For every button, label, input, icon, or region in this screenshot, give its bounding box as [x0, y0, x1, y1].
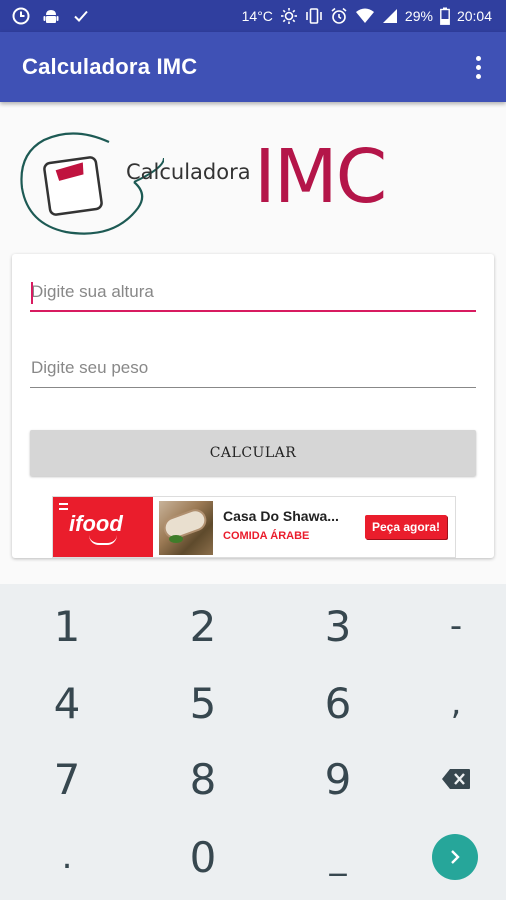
key-9[interactable]: 9	[275, 740, 401, 818]
app-bar: Calculadora IMC	[0, 32, 506, 102]
more-vert-icon[interactable]	[458, 42, 498, 92]
temperature-text: 14°C	[241, 8, 273, 24]
check-icon	[72, 7, 90, 25]
scale-icon	[20, 132, 164, 235]
backspace-icon	[442, 769, 470, 789]
key-minus[interactable]: -	[393, 587, 506, 665]
vibrate-icon	[305, 7, 323, 25]
app-logo: Calculadora IMC	[14, 128, 414, 240]
numeric-keyboard: 1 2 3 - 4 5 6 , 7 8 9 . 0 _	[0, 584, 506, 900]
height-input[interactable]	[30, 272, 476, 312]
status-bar: 14°C 29% 20:04	[0, 0, 506, 32]
ad-brand-text: ifood	[69, 511, 123, 536]
logo-small-text: Calculadora	[126, 160, 251, 184]
ad-cta-button[interactable]: Peça agora!	[365, 515, 447, 539]
wifi-icon	[355, 7, 375, 25]
ad-banner[interactable]: ifood Casa Do Shawa... COMIDA ÁRABE Peça…	[52, 496, 456, 558]
weight-underline	[30, 387, 476, 388]
chevron-right-icon	[451, 850, 460, 864]
alarm-icon	[330, 7, 348, 25]
key-0[interactable]: 0	[140, 818, 266, 896]
ad-title: Casa Do Shawa...	[223, 508, 339, 524]
weight-field-wrapper	[30, 348, 476, 388]
ad-food-image	[159, 501, 213, 555]
key-comma[interactable]: ,	[393, 664, 506, 742]
enter-key[interactable]	[432, 834, 478, 880]
weight-input[interactable]	[30, 348, 476, 388]
smile-icon	[89, 535, 117, 545]
battery-percent-text: 29%	[404, 8, 433, 24]
key-6[interactable]: 6	[275, 664, 401, 742]
key-2[interactable]: 2	[140, 587, 266, 665]
key-7[interactable]: 7	[4, 740, 130, 818]
app-notification-icon	[12, 7, 30, 25]
battery-icon	[440, 7, 450, 25]
text-cursor	[31, 282, 33, 304]
app-title: Calculadora IMC	[22, 54, 198, 79]
key-4[interactable]: 4	[4, 664, 130, 742]
android-icon	[42, 7, 60, 25]
key-space[interactable]: _	[275, 818, 401, 896]
brightness-icon	[280, 7, 298, 25]
ifood-logo: ifood	[53, 497, 153, 557]
signal-icon	[382, 7, 398, 25]
menu-icon	[59, 503, 68, 510]
height-underline	[30, 310, 476, 312]
height-field-wrapper	[30, 272, 476, 312]
ad-subtitle: COMIDA ÁRABE	[223, 530, 310, 542]
key-8[interactable]: 8	[140, 740, 266, 818]
key-period[interactable]: .	[4, 818, 130, 896]
calculate-button[interactable]: CALCULAR	[30, 430, 476, 476]
clock-text: 20:04	[456, 8, 492, 24]
backspace-key[interactable]	[393, 740, 506, 818]
key-1[interactable]: 1	[4, 587, 130, 665]
form-card: CALCULAR ifood Casa Do Shawa... COMIDA Á…	[12, 254, 494, 558]
key-5[interactable]: 5	[140, 664, 266, 742]
logo-big-text: IMC	[254, 134, 387, 220]
key-3[interactable]: 3	[275, 587, 401, 665]
